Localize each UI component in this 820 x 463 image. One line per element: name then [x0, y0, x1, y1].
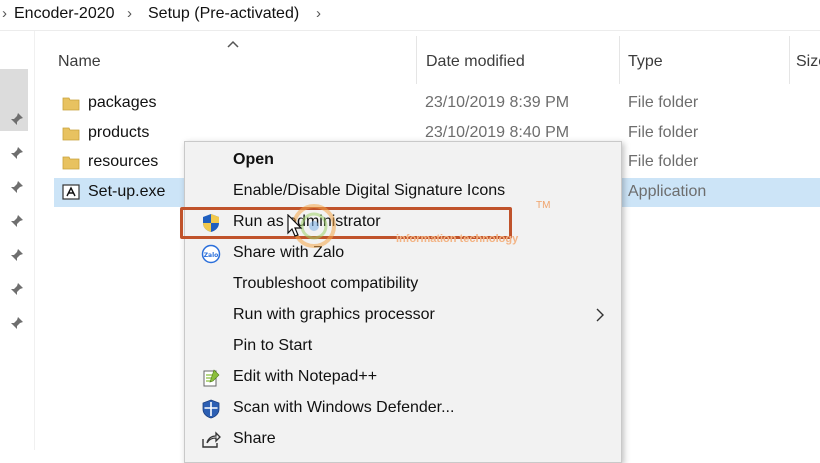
- menu-item-pin-to-start[interactable]: Pin to Start: [185, 332, 621, 362]
- submenu-arrow-icon: [596, 308, 604, 322]
- column-header-type[interactable]: Type: [619, 36, 790, 84]
- mouse-cursor-icon: [287, 214, 303, 237]
- file-name: packages: [88, 94, 157, 111]
- pin-icon[interactable]: [10, 248, 24, 262]
- pin-icon[interactable]: [10, 282, 24, 296]
- breadcrumb-chevron-icon[interactable]: ›: [127, 5, 132, 22]
- watermark-text: information technology: [396, 233, 519, 245]
- pin-icon[interactable]: [10, 214, 24, 228]
- svg-text:Zalo: Zalo: [204, 252, 219, 259]
- menu-item-share[interactable]: Share: [185, 425, 621, 455]
- column-header-size[interactable]: Size: [789, 36, 820, 84]
- zalo-icon: Zalo: [201, 244, 221, 264]
- address-bar: › Encoder-2020 › Setup (Pre-activated) ›: [0, 0, 820, 31]
- breadcrumb-chevron-icon: ›: [2, 5, 7, 22]
- file-type: Application: [628, 183, 707, 200]
- file-type: File folder: [628, 124, 699, 141]
- share-icon: [202, 431, 221, 448]
- folder-icon: [62, 127, 80, 141]
- file-date: 23/10/2019 8:39 PM: [425, 94, 570, 111]
- file-name: Set-up.exe: [88, 183, 166, 200]
- folder-icon: [62, 156, 80, 170]
- menu-item-open[interactable]: Open: [185, 146, 621, 176]
- file-row[interactable]: packages 23/10/2019 8:39 PM File folder: [54, 89, 820, 118]
- file-type: File folder: [628, 153, 699, 170]
- menu-item-digital-signature[interactable]: Enable/Disable Digital Signature Icons: [185, 177, 621, 207]
- pin-icon[interactable]: [10, 146, 24, 160]
- breadcrumb-item-setup[interactable]: Setup (Pre-activated): [148, 5, 299, 23]
- context-menu: Open Enable/Disable Digital Signature Ic…: [184, 141, 622, 463]
- navigation-pane: [0, 31, 35, 450]
- pin-icon[interactable]: [10, 316, 24, 330]
- file-name: resources: [88, 153, 159, 170]
- menu-item-troubleshoot[interactable]: Troubleshoot compatibility: [185, 270, 621, 300]
- breadcrumb-item-encoder[interactable]: Encoder-2020: [14, 5, 115, 23]
- file-date: 23/10/2019 8:40 PM: [425, 124, 570, 141]
- menu-item-scan-defender[interactable]: Scan with Windows Defender...: [185, 394, 621, 424]
- watermark-tm: TM: [536, 200, 551, 211]
- defender-icon: [202, 399, 220, 419]
- file-type: File folder: [628, 94, 699, 111]
- notepadpp-icon: [203, 369, 220, 387]
- adobe-exe-icon: [62, 184, 80, 200]
- breadcrumb-chevron-icon[interactable]: ›: [316, 5, 321, 22]
- menu-item-edit-notepadpp[interactable]: Edit with Notepad++: [185, 363, 621, 393]
- pin-icon[interactable]: [10, 112, 24, 126]
- column-header-date-modified[interactable]: Date modified: [416, 36, 620, 84]
- file-name: products: [88, 124, 150, 141]
- folder-icon: [62, 97, 80, 111]
- pin-icon[interactable]: [10, 180, 24, 194]
- menu-item-run-with-gpu[interactable]: Run with graphics processor: [185, 301, 621, 331]
- column-header-name[interactable]: Name: [54, 36, 417, 84]
